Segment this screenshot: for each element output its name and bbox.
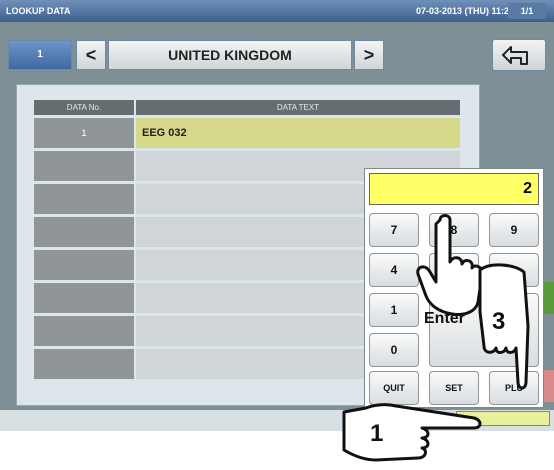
row-no-5[interactable]	[34, 250, 134, 280]
page-number-box: 1	[8, 40, 72, 70]
return-arrow-icon	[502, 46, 528, 65]
key-0[interactable]: 0	[369, 333, 419, 367]
row-no-4[interactable]	[34, 217, 134, 247]
pointing-hand-right-icon	[342, 403, 482, 462]
screen-title: LOOKUP DATA	[6, 6, 71, 16]
row-no-3[interactable]	[34, 184, 134, 214]
row-no-2[interactable]	[34, 151, 134, 181]
row-no-6[interactable]	[34, 283, 134, 313]
row-no-7[interactable]	[34, 316, 134, 346]
header-data-no: DATA No.	[34, 100, 134, 115]
title-bar: LOOKUP DATA 07-03-2013 (THU) 11:26 1/1	[0, 0, 554, 22]
header-data-text: DATA TEXT	[136, 100, 460, 115]
previous-button[interactable]: <	[76, 40, 106, 70]
keypad-display: 2	[369, 173, 539, 205]
next-button[interactable]: >	[354, 40, 384, 70]
callout-1: 1	[370, 420, 384, 447]
chevron-left-icon: <	[85, 45, 97, 65]
back-button[interactable]	[492, 39, 546, 71]
date-time: 07-03-2013 (THU) 11:26	[416, 6, 515, 16]
row-text-1[interactable]: EEG 032	[136, 118, 460, 148]
chevron-right-icon: >	[363, 45, 375, 65]
callout-3: 3	[492, 308, 506, 335]
row-no-8[interactable]	[34, 349, 134, 379]
page-indicator: 1/1	[508, 3, 546, 19]
row-no-1[interactable]: 1	[34, 118, 134, 148]
key-9[interactable]: 9	[489, 213, 539, 247]
country-name: UNITED KINGDOM	[108, 40, 352, 70]
